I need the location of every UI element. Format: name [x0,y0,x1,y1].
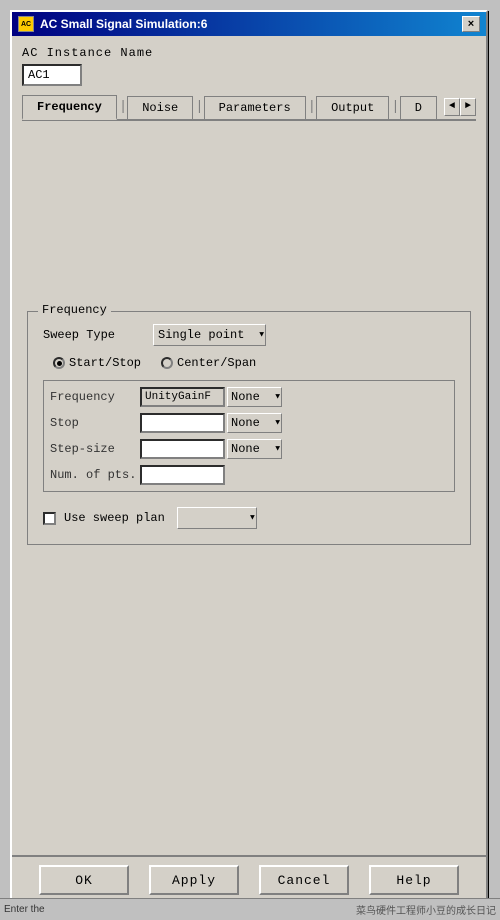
param-row-frequency: Frequency UnityGainF None Hz kHz MHz GHz [50,387,448,407]
tab-scroll-right[interactable]: ► [460,98,476,116]
tab-noise[interactable]: Noise [127,96,193,119]
frequency-group: Frequency Sweep Type Single point Linear… [27,311,471,545]
tab-sep-2: | [195,99,203,115]
window-title: AC Small Signal Simulation:6 [40,17,207,31]
content-area: Frequency Sweep Type Single point Linear… [22,121,476,845]
window-icon: AC [18,16,34,32]
param-stepsize-unit-select[interactable]: None Hz kHz MHz GHz [227,439,282,459]
param-numpts-label: Num. of pts. [50,468,140,482]
sweep-type-label: Sweep Type [43,328,133,342]
sweep-type-row: Sweep Type Single point Linear Logarithm… [43,324,455,346]
tab-sep-1: | [119,99,127,115]
tab-scroll-left[interactable]: ◄ [444,98,460,116]
param-stop-unit-select[interactable]: None Hz kHz MHz GHz [227,413,282,433]
close-button[interactable]: × [462,16,480,32]
window-body: AC Instance Name Frequency | Noise | Par… [12,36,486,855]
instance-name-input[interactable] [22,64,82,86]
param-stop-unit-wrapper: None Hz kHz MHz GHz ▼ [227,413,282,433]
param-row-stepsize: Step-size None Hz kHz MHz GHz ▼ [50,439,448,459]
taskbar-text: Enter the [4,904,45,915]
param-frequency-label: Frequency [50,390,140,404]
help-button[interactable]: Help [369,865,459,895]
tab-output[interactable]: Output [316,96,389,119]
sweep-plan-label: Use sweep plan [64,511,165,525]
radio-row: Start/Stop Center/Span [53,356,455,370]
radio-center-span-label: Center/Span [177,356,256,370]
radio-start-stop-circle[interactable] [53,357,65,369]
param-row-stop: Stop None Hz kHz MHz GHz ▼ [50,413,448,433]
param-stepsize-input[interactable] [140,439,225,459]
param-frequency-unit-select[interactable]: None Hz kHz MHz GHz [227,387,282,407]
tab-frequency[interactable]: Frequency [22,95,117,120]
cancel-button[interactable]: Cancel [259,865,349,895]
group-legend: Frequency [38,303,111,317]
sweep-plan-select[interactable] [177,507,257,529]
sweep-type-select-wrapper: Single point Linear Logarithmic ▼ [153,324,266,346]
title-bar-left: AC AC Small Signal Simulation:6 [18,16,207,32]
radio-start-stop-label: Start/Stop [69,356,141,370]
tabs-bar: Frequency | Noise | Parameters | Output … [22,94,476,121]
tab-sep-4: | [391,99,399,115]
sweep-type-select[interactable]: Single point Linear Logarithmic [153,324,266,346]
watermark-text: 菜鸟硬件工程师小豆的成长日记 [356,902,496,917]
param-frequency-unit-wrapper: None Hz kHz MHz GHz ▼ [227,387,282,407]
param-stepsize-unit-wrapper: None Hz kHz MHz GHz ▼ [227,439,282,459]
instance-name-label: AC Instance Name [22,46,476,60]
param-stepsize-label: Step-size [50,442,140,456]
ok-button[interactable]: OK [39,865,129,895]
radio-center-span-circle[interactable] [161,357,173,369]
param-numpts-input[interactable] [140,465,225,485]
sweep-plan-select-wrapper: ▼ [177,507,257,529]
title-bar: AC AC Small Signal Simulation:6 × [12,12,486,36]
param-stop-label: Stop [50,416,140,430]
radio-center-span[interactable]: Center/Span [161,356,256,370]
main-window: AC AC Small Signal Simulation:6 × AC Ins… [10,10,488,905]
sweep-plan-checkbox[interactable] [43,512,56,525]
param-row-numpts: Num. of pts. [50,465,448,485]
sweep-plan-row: Use sweep plan ▼ [43,507,455,529]
tab-d[interactable]: D [400,96,437,119]
param-stop-input[interactable] [140,413,225,433]
radio-start-stop[interactable]: Start/Stop [53,356,141,370]
bottom-bar: OK Apply Cancel Help [12,855,486,903]
tab-scroll: ◄ ► [444,98,476,116]
param-frequency-value: UnityGainF [140,387,225,407]
param-table: Frequency UnityGainF None Hz kHz MHz GHz [43,380,455,492]
tab-sep-3: | [308,99,316,115]
tab-parameters[interactable]: Parameters [204,96,306,119]
apply-button[interactable]: Apply [149,865,239,895]
taskbar-area: Enter the 菜鸟硬件工程师小豆的成长日记 [0,898,500,920]
